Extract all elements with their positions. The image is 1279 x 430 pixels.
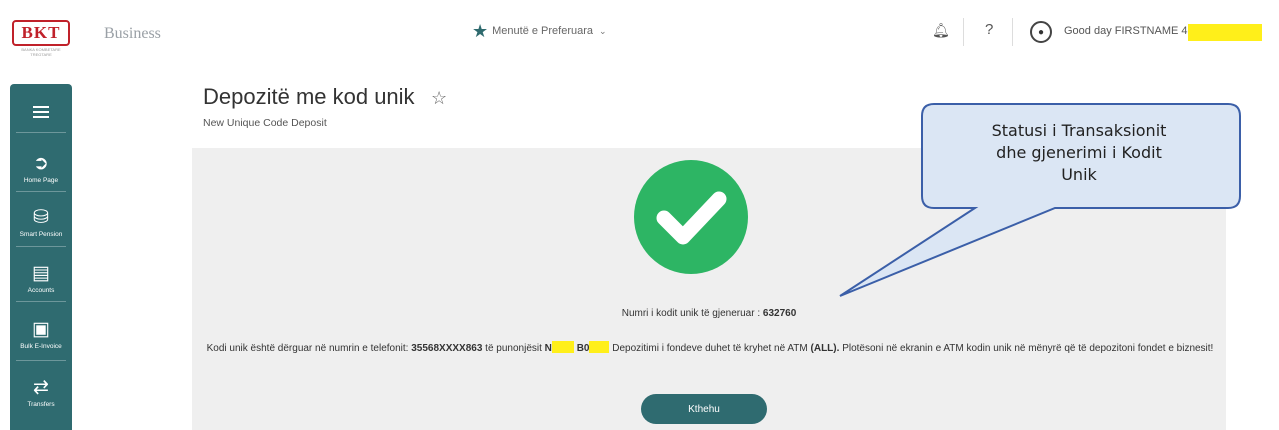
callout-text: Statusi i Transaksionit dhe gjenerimi i … — [934, 120, 1224, 186]
callout-line: Statusi i Transaksionit — [991, 121, 1167, 140]
callout-line: dhe gjenerimi i Kodit — [996, 143, 1162, 162]
callout-bubble — [839, 103, 1241, 297]
callout-line: Unik — [1061, 165, 1097, 184]
